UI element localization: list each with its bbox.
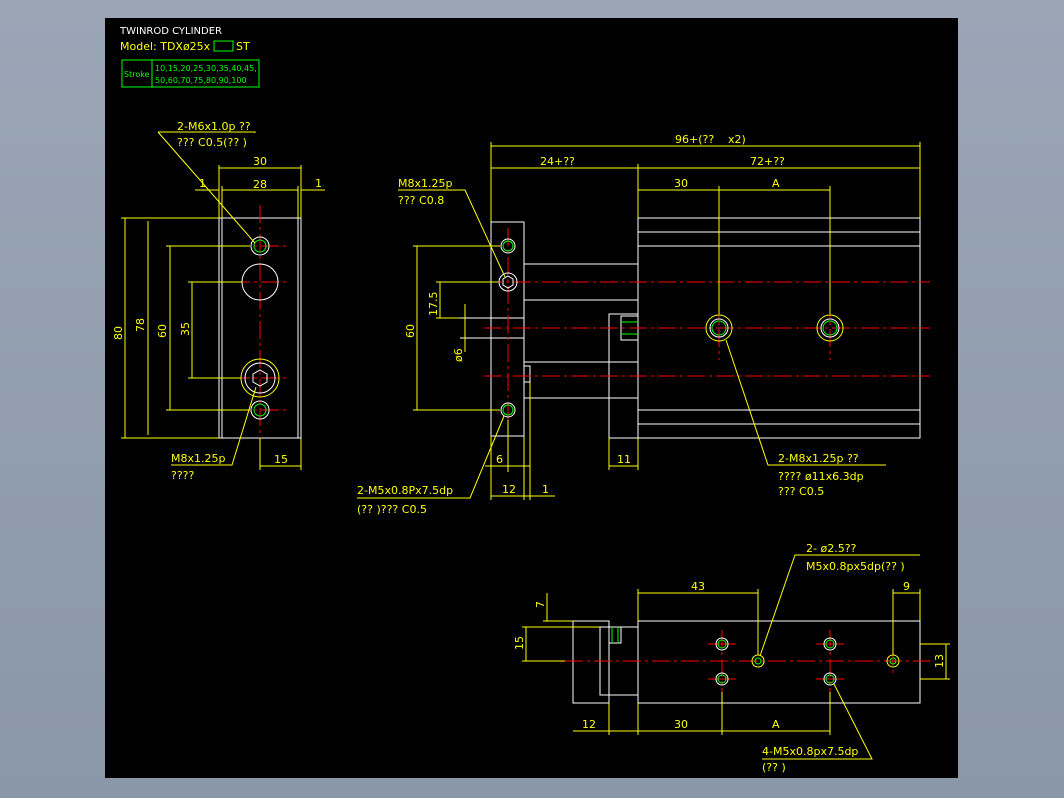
dim-30-side: 30 [674, 177, 688, 190]
dim-phi6: ø6 [452, 348, 465, 362]
title-block: TWINROD CYLINDER Model: TDXø25x ST Strok… [119, 26, 260, 88]
dim-12-top: 12 [582, 718, 596, 731]
side-m8-callout-2: ???? ø11x6.3dp [778, 470, 864, 483]
dim-A-top: A [772, 718, 780, 731]
dim-A-side: A [772, 177, 780, 190]
dim-30: 30 [253, 155, 267, 168]
dim-6: 6 [496, 453, 503, 466]
model-blank-box [213, 40, 234, 52]
thread-callout-line-1: 2-M6x1.0p ?? [177, 120, 251, 133]
side-bolt-callout-1: M8x1.25p [398, 177, 452, 190]
stroke-values-line-2: 50,60,70,75,80,90,100 [155, 76, 247, 85]
model-suffix: ST [236, 40, 250, 53]
overall-length-2: x2) [728, 133, 746, 146]
cad-drawing-canvas: TWINROD CYLINDER Model: TDXø25x ST Strok… [105, 18, 958, 778]
stroke-label: Stroke [124, 70, 150, 79]
dim-60-side: 60 [404, 324, 417, 338]
pin-callout-2: M5x0.8px5dp(?? ) [806, 560, 905, 573]
dim-35: 35 [179, 322, 192, 336]
top-m5-callout-2: (?? ) [762, 761, 786, 774]
thread-callout-line-2: ??? C0.5(?? ) [177, 136, 247, 149]
side-bolt-callout-2: ??? C0.8 [398, 194, 444, 207]
top-plate [572, 620, 610, 704]
dim-15: 15 [274, 453, 288, 466]
drawing-title: TWINROD CYLINDER [119, 26, 222, 37]
dim-1-side: 1 [542, 483, 549, 496]
top-body [637, 620, 921, 704]
dim-11: 11 [617, 453, 631, 466]
top-m5-callout-1: 4-M5x0.8px7.5dp [762, 745, 858, 758]
overall-length-1: 96+(?? [675, 133, 714, 146]
dim-28: 28 [253, 178, 267, 191]
dim-9: 9 [903, 580, 910, 593]
dim-43: 43 [691, 580, 705, 593]
dim-72-plus: 72+?? [750, 155, 785, 168]
dim-78: 78 [134, 318, 147, 332]
stroke-values-line-1: 10,15,20,25,30,35,40,45, [155, 64, 257, 73]
dim-17-5: 17.5 [427, 292, 440, 317]
dim-15-top: 15 [513, 636, 526, 650]
bolt-callout-line-1: M8x1.25p [171, 452, 225, 465]
dim-1-left: 1 [199, 177, 206, 190]
dim-80: 80 [112, 326, 125, 340]
top-view: 2- ø2.5?? M5x0.8px5dp(?? ) 43 9 7 15 13 … [513, 542, 950, 774]
model-prefix: Model: TDXø25x [120, 40, 211, 53]
dim-60: 60 [156, 324, 169, 338]
dim-1-right: 1 [315, 177, 322, 190]
dim-13: 13 [933, 654, 946, 668]
side-view: 96+(?? x2) 24+?? 72+?? 30 A M8x1.25p ???… [357, 133, 930, 516]
side-m8-callout-1: 2-M8x1.25p ?? [778, 452, 859, 465]
pin-callout-1: 2- ø2.5?? [806, 542, 857, 555]
side-m8-callout-3: ??? C0.5 [778, 485, 824, 498]
front-view: 2-M6x1.0p ?? ??? C0.5(?? ) 30 28 1 1 80 … [112, 120, 325, 482]
dim-24-plus: 24+?? [540, 155, 575, 168]
side-m5-callout-2: (?? )??? C0.5 [357, 503, 427, 516]
dim-12: 12 [502, 483, 516, 496]
dim-30-top: 30 [674, 718, 688, 731]
side-m5-callout-1: 2-M5x0.8Px7.5dp [357, 484, 453, 497]
cad-drawing: TWINROD CYLINDER Model: TDXø25x ST Strok… [112, 26, 950, 774]
dim-7: 7 [534, 601, 547, 608]
bolt-callout-line-2: ???? [171, 469, 195, 482]
